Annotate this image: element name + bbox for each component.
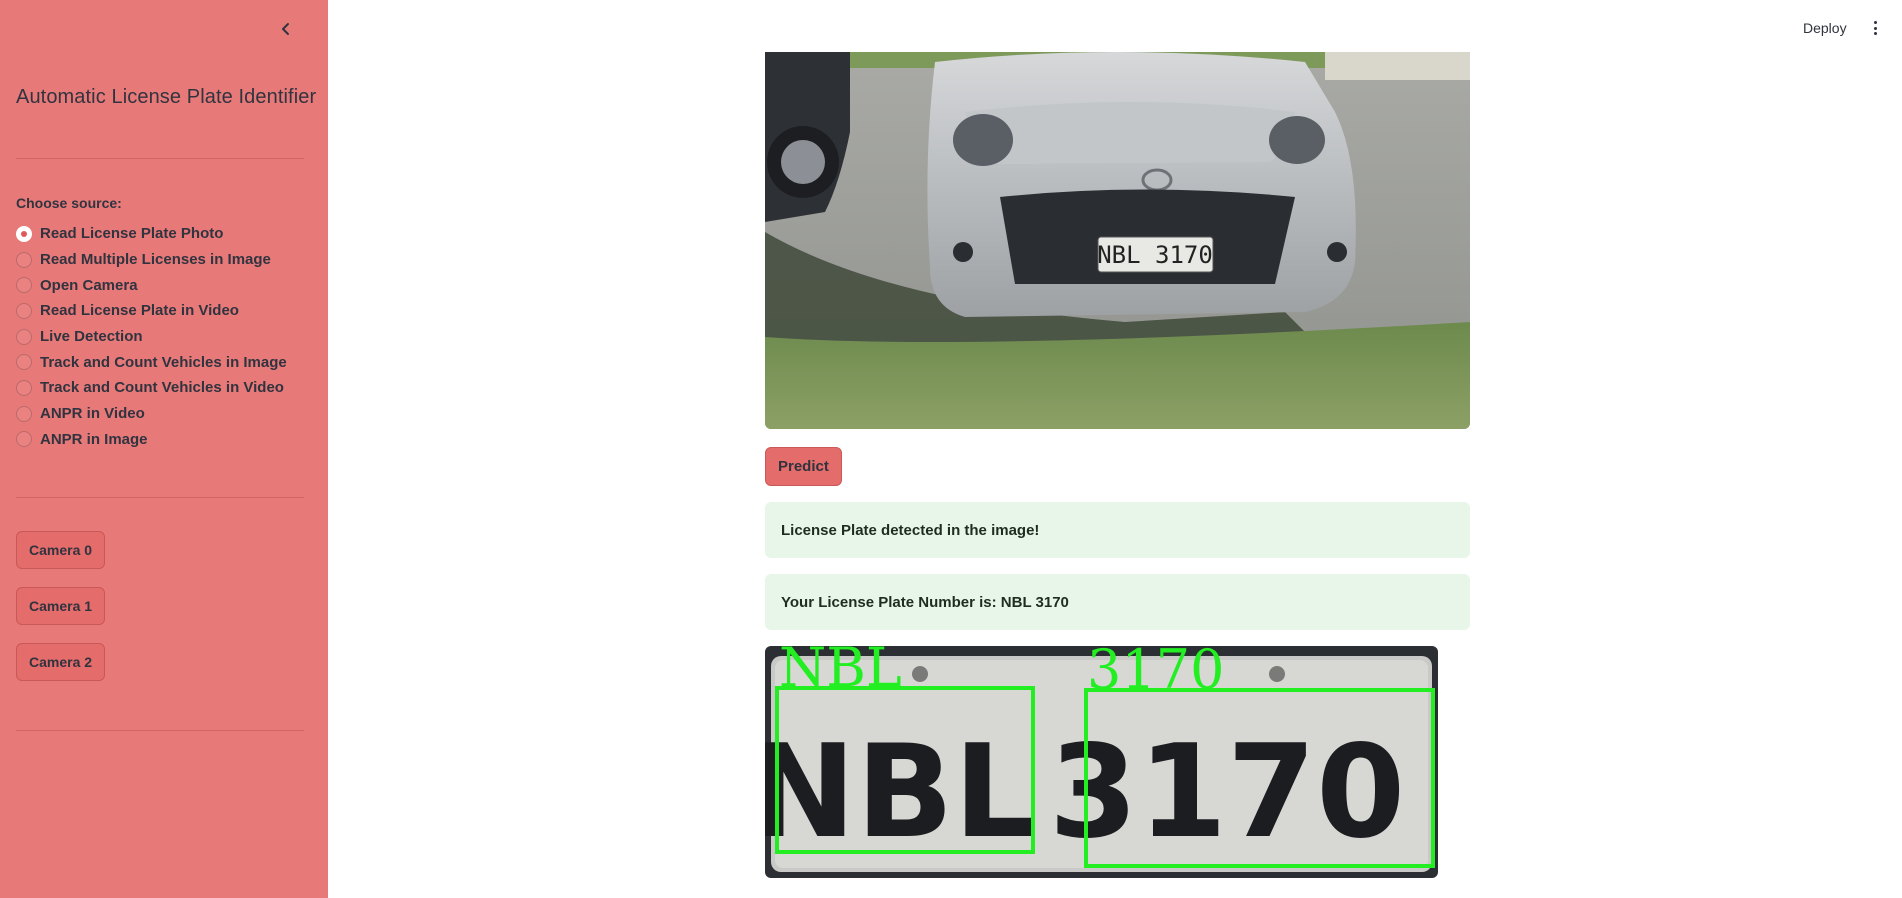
predict-button[interactable]: Predict	[765, 447, 842, 486]
plate-segment-1-text: NBL	[765, 718, 1035, 867]
plate-segment-2-text: 3170	[1049, 718, 1405, 867]
camera-0-button[interactable]: Camera 0	[16, 531, 106, 569]
radio-read-license-plate-video[interactable]: Read License Plate in Video	[16, 298, 287, 324]
radio-unselected-icon	[16, 405, 32, 422]
radio-unselected-icon	[16, 431, 32, 448]
sidebar-divider	[16, 497, 304, 498]
radio-unselected-icon	[16, 328, 32, 345]
radio-read-multiple-licenses[interactable]: Read Multiple Licenses in Image	[16, 247, 287, 273]
plate-number-success-alert: Your License Plate Number is: NBL 3170	[765, 574, 1470, 630]
radio-track-count-image[interactable]: Track and Count Vehicles in Image	[16, 349, 287, 375]
sidebar-title: Automatic License Plate Identifier	[16, 86, 317, 108]
source-radio-group: Read License Plate Photo Read Multiple L…	[16, 221, 287, 452]
main-menu-kebab-icon[interactable]	[1868, 18, 1882, 38]
radio-option-label: ANPR in Video	[40, 405, 145, 423]
detection-success-alert: License Plate detected in the image!	[765, 502, 1470, 558]
radio-track-count-video[interactable]: Track and Count Vehicles in Video	[16, 375, 287, 401]
collapse-sidebar-button[interactable]	[275, 18, 297, 40]
sidebar: Automatic License Plate Identifier Choos…	[0, 0, 328, 898]
alert-text: License Plate detected in the image!	[781, 521, 1040, 539]
radio-option-label: Track and Count Vehicles in Video	[40, 379, 284, 397]
chevron-left-icon	[282, 23, 289, 35]
radio-option-label: ANPR in Image	[40, 430, 148, 448]
radio-option-label: Read Multiple Licenses in Image	[40, 251, 271, 269]
car-plate-text: NBL 3170	[1097, 241, 1213, 269]
sidebar-divider	[16, 158, 304, 159]
uploaded-car-photo: NBL 3170	[765, 52, 1470, 429]
radio-unselected-icon	[16, 277, 32, 294]
radio-option-label: Read License Plate Photo	[40, 225, 224, 243]
radio-option-label: Read License Plate in Video	[40, 302, 239, 320]
radio-unselected-icon	[16, 354, 32, 371]
radio-anpr-image[interactable]: ANPR in Image	[16, 427, 287, 453]
radio-live-detection[interactable]: Live Detection	[16, 324, 287, 350]
detected-plate-image: NBL 3170 NBL 3170	[765, 646, 1438, 878]
alert-text: Your License Plate Number is: NBL 3170	[781, 593, 1069, 611]
sidebar-divider	[16, 730, 304, 731]
radio-open-camera[interactable]: Open Camera	[16, 272, 287, 298]
radio-selected-icon	[16, 225, 32, 242]
camera-1-button[interactable]: Camera 1	[16, 587, 106, 625]
radio-option-label: Live Detection	[40, 328, 143, 346]
radio-option-label: Open Camera	[40, 276, 138, 294]
radio-unselected-icon	[16, 379, 32, 396]
camera-2-button[interactable]: Camera 2	[16, 643, 106, 681]
radio-option-label: Track and Count Vehicles in Image	[40, 353, 287, 371]
detection-label-2: 3170	[1087, 646, 1224, 701]
radio-unselected-icon	[16, 302, 32, 319]
source-radio-label: Choose source:	[16, 195, 122, 211]
radio-read-license-plate-photo[interactable]: Read License Plate Photo	[16, 221, 287, 247]
radio-anpr-video[interactable]: ANPR in Video	[16, 401, 287, 427]
radio-unselected-icon	[16, 251, 32, 268]
deploy-button[interactable]: Deploy	[1803, 20, 1847, 36]
detection-label-1: NBL	[779, 646, 902, 699]
